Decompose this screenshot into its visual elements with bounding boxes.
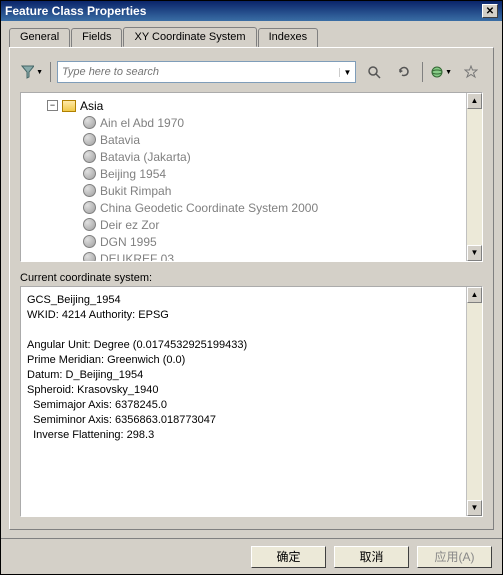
favorite-button[interactable] [459,60,483,84]
tree-item[interactable]: Bukit Rimpah [25,182,478,199]
tab-panel-xy: ▼ ▼ ▼ [9,47,494,530]
new-cs-button[interactable]: ▼ [429,60,453,84]
cs-name: GCS_Beijing_1954 [27,293,476,308]
tab-bar: General Fields XY Coordinate System Inde… [9,27,494,47]
search-box: ▼ [57,61,356,83]
scroll-up-icon[interactable]: ▲ [467,287,482,303]
dialog-footer: 确定 取消 应用(A) [1,538,502,574]
tree-item[interactable]: Ain el Abd 1970 [25,114,478,131]
tree-label: Ain el Abd 1970 [100,116,184,130]
chevron-down-icon: ▼ [445,69,452,76]
refresh-button[interactable] [392,60,416,84]
current-cs-details: GCS_Beijing_1954 WKID: 4214 Authority: E… [20,286,483,517]
tree-label: Batavia (Jakarta) [100,150,191,164]
tree-item[interactable]: Batavia [25,131,478,148]
ok-button[interactable]: 确定 [251,546,326,568]
globe-icon [83,116,96,129]
tab-indexes[interactable]: Indexes [258,28,319,48]
blank-line [27,323,476,338]
separator [50,62,51,82]
window-title: Feature Class Properties [5,4,482,18]
toolbar: ▼ ▼ ▼ [20,60,483,84]
tree-label: DEUKREF 03 [100,252,174,263]
globe-icon [430,65,443,79]
scroll-down-icon[interactable]: ▼ [467,245,482,261]
globe-icon [83,235,96,248]
star-icon [464,65,478,79]
search-dropdown-button[interactable]: ▼ [339,68,355,77]
globe-icon [83,184,96,197]
cs-spheroid: Spheroid: Krasovsky_1940 [27,383,476,398]
collapse-icon[interactable]: − [47,100,58,111]
search-button[interactable] [362,60,386,84]
tree-label: China Geodetic Coordinate System 2000 [100,201,318,215]
details-scrollbar[interactable]: ▲ ▼ [466,287,482,516]
cs-angular-unit: Angular Unit: Degree (0.0174532925199433… [27,338,476,353]
dialog-window: Feature Class Properties ✕ General Field… [0,0,503,575]
tab-general[interactable]: General [9,28,70,48]
refresh-icon [397,65,411,79]
coordinate-system-tree[interactable]: − Asia Ain el Abd 1970 Batavia Batavia (… [20,92,483,262]
globe-icon [83,133,96,146]
tree-scrollbar[interactable]: ▲ ▼ [466,93,482,261]
cs-datum: Datum: D_Beijing_1954 [27,368,476,383]
globe-icon [83,201,96,214]
tree-label: DGN 1995 [100,235,157,249]
globe-icon [83,150,96,163]
chevron-down-icon: ▼ [36,69,43,76]
close-button[interactable]: ✕ [482,4,498,18]
funnel-icon [21,65,34,79]
tree-item[interactable]: DGN 1995 [25,233,478,250]
tree-item[interactable]: China Geodetic Coordinate System 2000 [25,199,478,216]
tree-label: Bukit Rimpah [100,184,171,198]
tree-item[interactable]: DEUKREF 03 [25,250,478,262]
cs-prime-meridian: Prime Meridian: Greenwich (0.0) [27,353,476,368]
scroll-down-icon[interactable]: ▼ [467,500,482,516]
tree-label: Deir ez Zor [100,218,159,232]
scroll-up-icon[interactable]: ▲ [467,93,482,109]
filter-button[interactable]: ▼ [20,60,44,84]
globe-icon [83,167,96,180]
magnifier-icon [367,65,381,79]
tree-label: Asia [80,99,103,113]
tree-node-asia[interactable]: − Asia [25,97,478,114]
current-cs-label: Current coordinate system: [20,272,483,284]
tree-label: Batavia [100,133,140,147]
search-input[interactable] [58,66,339,78]
globe-icon [83,252,96,262]
separator [422,62,423,82]
cs-inverse-flattening: Inverse Flattening: 298.3 [27,428,476,443]
cs-semimajor: Semimajor Axis: 6378245.0 [27,398,476,413]
cs-wkid: WKID: 4214 Authority: EPSG [27,308,476,323]
tree-item[interactable]: Batavia (Jakarta) [25,148,478,165]
tab-fields[interactable]: Fields [71,28,122,48]
apply-button[interactable]: 应用(A) [417,546,492,568]
titlebar: Feature Class Properties ✕ [1,1,502,21]
tab-xy-coordinate-system[interactable]: XY Coordinate System [123,27,256,47]
folder-icon [62,100,76,112]
tree-item[interactable]: Deir ez Zor [25,216,478,233]
globe-icon [83,218,96,231]
dialog-content: General Fields XY Coordinate System Inde… [1,21,502,538]
cancel-button[interactable]: 取消 [334,546,409,568]
tree-item[interactable]: Beijing 1954 [25,165,478,182]
tree-label: Beijing 1954 [100,167,166,181]
cs-semiminor: Semiminor Axis: 6356863.018773047 [27,413,476,428]
